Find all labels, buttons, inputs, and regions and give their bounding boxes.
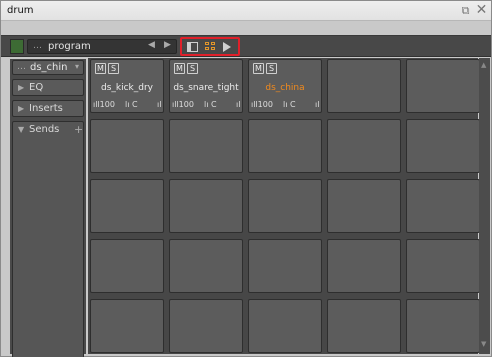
empty-drum-pad[interactable]: [327, 59, 401, 113]
mute-button[interactable]: M: [253, 63, 264, 74]
add-send-button[interactable]: +: [74, 123, 83, 136]
empty-drum-pad[interactable]: [169, 119, 243, 173]
empty-drum-pad[interactable]: [327, 299, 401, 353]
section-label: Sends: [29, 124, 60, 135]
scroll-down-icon[interactable]: ▼: [481, 340, 486, 348]
volume-readout[interactable]: ıll100: [93, 100, 115, 109]
section-label: Inserts: [29, 103, 63, 114]
pad-sample-name: ds_china: [265, 83, 305, 93]
scroll-up-icon[interactable]: ▲: [481, 61, 486, 69]
drum-pad[interactable]: M Sds_kick_dry ıll100 lı C ıl: [90, 59, 164, 113]
pad-sample-name: ds_kick_dry: [100, 83, 153, 93]
section-eq[interactable]: ▶ EQ: [12, 79, 84, 96]
restore-window-icon[interactable]: ⧉: [459, 4, 472, 17]
power-led[interactable]: [10, 39, 24, 54]
empty-drum-pad[interactable]: [248, 239, 322, 293]
empty-drum-pad[interactable]: [406, 119, 480, 173]
empty-drum-pad[interactable]: [248, 119, 322, 173]
pan-readout[interactable]: lı C: [283, 100, 296, 109]
empty-drum-pad[interactable]: [327, 119, 401, 173]
pad-controls: ıll100 lı C ıl: [251, 100, 321, 111]
empty-drum-pad[interactable]: [406, 299, 480, 353]
section-sends[interactable]: ▼ Sends +: [12, 121, 84, 357]
volume-readout[interactable]: ıll100: [172, 100, 194, 109]
output-meter-icon: ıl: [315, 100, 320, 109]
drum-pad-grid: M Sds_kick_dry ıll100 lı Cıl M Sds_snare_tigh…: [88, 58, 480, 354]
pad-controls: ıll100 lı C ıl: [93, 100, 163, 111]
panel-view-icon[interactable]: [187, 42, 198, 52]
empty-drum-pad[interactable]: [248, 179, 322, 233]
section-inserts[interactable]: ▶ Inserts: [12, 100, 84, 117]
empty-drum-pad[interactable]: [169, 299, 243, 353]
empty-drum-pad[interactable]: [327, 179, 401, 233]
instrument-sidebar: … ds_china ▾ ▶ EQ ▶ Inserts ▼ Sends +: [10, 59, 86, 357]
output-meter-icon: ıl: [236, 100, 241, 109]
output-meter-icon: ıl: [157, 100, 162, 109]
vertical-scrollbar[interactable]: ▲ ▼: [479, 58, 490, 354]
collapse-arrow-icon: ▼: [18, 125, 25, 134]
solo-button[interactable]: S: [266, 63, 277, 74]
pad-sample-name: ds_snare_tight: [173, 83, 239, 93]
empty-drum-pad[interactable]: [90, 179, 164, 233]
empty-drum-pad[interactable]: [169, 239, 243, 293]
empty-drum-pad[interactable]: [406, 59, 480, 113]
drum-pad[interactable]: M Sds_china ıll100 lı C ıl: [248, 59, 322, 113]
mute-button[interactable]: M: [174, 63, 185, 74]
empty-drum-pad[interactable]: [169, 179, 243, 233]
program-selector[interactable]: … program ◀ ▶: [27, 39, 177, 54]
expand-arrow-icon: ▶: [18, 104, 25, 113]
window-title: drum: [7, 5, 34, 16]
empty-drum-pad[interactable]: [327, 239, 401, 293]
instrument-menu-dots[interactable]: …: [17, 62, 26, 72]
section-label: EQ: [29, 82, 44, 93]
previous-program-button[interactable]: ◀: [148, 40, 155, 50]
empty-drum-pad[interactable]: [90, 299, 164, 353]
mute-button[interactable]: M: [95, 63, 106, 74]
solo-button[interactable]: S: [187, 63, 198, 74]
play-icon[interactable]: [223, 42, 231, 52]
pad-controls: ıll100 lı C ıl: [172, 100, 242, 111]
program-toolbar: … program ◀ ▶: [1, 35, 491, 57]
drum-pad[interactable]: M Sds_snare_tight ıll100 lı C ıl: [169, 59, 243, 113]
drum-window: drum ⧉ ✕ … program ◀ ▶ … ds_china ▾ ▶: [0, 0, 492, 357]
pan-readout[interactable]: lı C: [204, 100, 217, 109]
program-label: program: [48, 41, 91, 52]
volume-readout[interactable]: ıll100: [251, 100, 273, 109]
empty-drum-pad[interactable]: [406, 179, 480, 233]
grid-view-icon[interactable]: [205, 42, 216, 52]
empty-drum-pad[interactable]: [90, 239, 164, 293]
instrument-name: ds_china: [30, 62, 68, 73]
empty-drum-pad[interactable]: [248, 299, 322, 353]
empty-drum-pad[interactable]: [90, 119, 164, 173]
pan-readout[interactable]: lı C: [125, 100, 138, 109]
view-mode-selector: [180, 37, 240, 56]
title-bar[interactable]: drum ⧉ ✕: [1, 1, 491, 21]
program-menu-dots[interactable]: …: [33, 41, 42, 51]
empty-drum-pad[interactable]: [406, 239, 480, 293]
instrument-selector[interactable]: … ds_china ▾: [12, 60, 84, 75]
close-icon[interactable]: ✕: [475, 3, 488, 17]
expand-arrow-icon: ▶: [18, 83, 25, 92]
next-program-button[interactable]: ▶: [164, 40, 171, 50]
solo-button[interactable]: S: [108, 63, 119, 74]
chevron-down-icon[interactable]: ▾: [75, 62, 79, 71]
